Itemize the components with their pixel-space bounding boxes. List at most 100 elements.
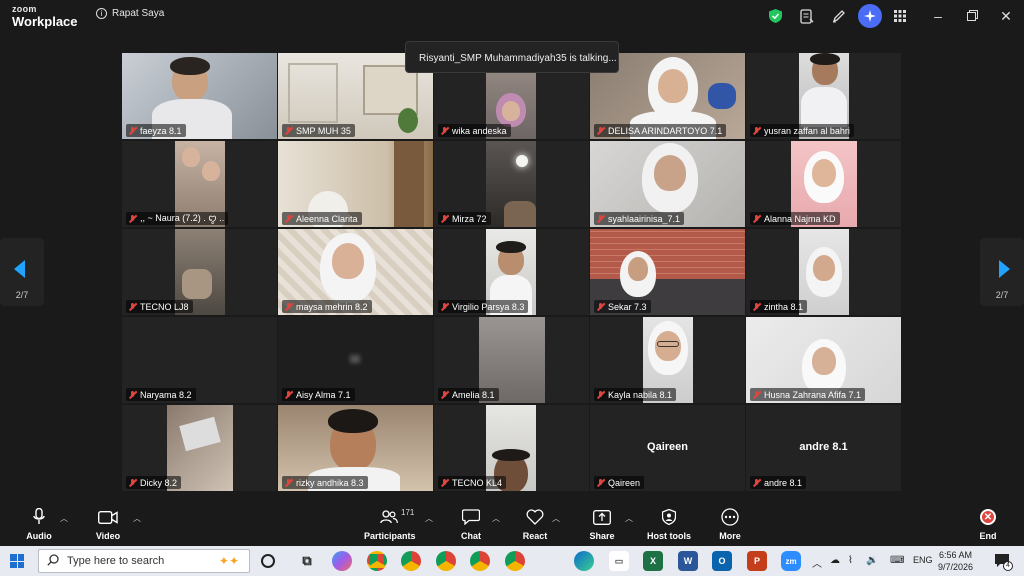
video-options-chevron-icon[interactable]: ︿ bbox=[133, 513, 141, 524]
host-tools-label: Host tools bbox=[647, 531, 691, 541]
video-tile[interactable]: Naryama 8.2 bbox=[122, 317, 277, 403]
previous-page-button[interactable]: 2/7 bbox=[0, 238, 44, 306]
video-tile[interactable]: zintha 8.1 bbox=[746, 229, 901, 315]
muted-mic-icon bbox=[284, 390, 293, 400]
participant-name: Husna Zahrana Afifa 7.1 bbox=[764, 389, 862, 400]
participant-name-tag: yusran zaffan al bahri bbox=[750, 124, 854, 137]
participant-name: DELISA ARINDARTOYO 7.1 bbox=[608, 125, 723, 136]
page-indicator-left: 2/7 bbox=[15, 290, 29, 300]
ai-companion-button[interactable] bbox=[858, 4, 882, 28]
video-tile[interactable]: rizky andhika 8.3 bbox=[278, 405, 433, 491]
chat-button[interactable]: Chat bbox=[454, 507, 488, 541]
chrome-icon[interactable] bbox=[505, 551, 525, 571]
participant-name-tag: ,, ~ Naura (7.2) . ꨄ︎ .. bbox=[126, 212, 229, 225]
react-label: React bbox=[522, 531, 548, 541]
cloud-sync-icon[interactable]: ☁ bbox=[830, 555, 840, 566]
restore-button[interactable] bbox=[963, 8, 981, 24]
participant-name: Kayla nabila 8.1 bbox=[608, 389, 673, 400]
participant-name-tag: DELISA ARINDARTOYO 7.1 bbox=[594, 124, 727, 137]
edge-icon[interactable] bbox=[574, 551, 594, 571]
outlook-icon[interactable]: O bbox=[712, 551, 732, 571]
chrome-icon[interactable] bbox=[436, 551, 456, 571]
more-button[interactable]: More bbox=[713, 507, 747, 541]
task-view-icon[interactable]: ⧉ bbox=[297, 551, 317, 571]
share-label: Share bbox=[589, 531, 615, 541]
video-tile[interactable]: Qaireen Qaireen bbox=[590, 405, 745, 491]
chrome-icon[interactable] bbox=[367, 551, 387, 571]
minimize-button[interactable]: – bbox=[929, 8, 947, 24]
audio-options-chevron-icon[interactable]: ︿ bbox=[60, 513, 68, 524]
meeting-controls-bar: Audio ︿ Video ︿ Participants 171 ︿ Chat … bbox=[0, 503, 1024, 545]
meeting-info-button[interactable]: i Rapat Saya bbox=[96, 8, 164, 19]
notification-center-button[interactable]: 4 bbox=[994, 553, 1013, 571]
share-options-chevron-icon[interactable]: ︿ bbox=[625, 513, 633, 524]
react-button[interactable]: React bbox=[518, 507, 552, 541]
muted-mic-icon bbox=[440, 302, 449, 312]
taskbar-search-box[interactable]: Type here to search ✦✦ bbox=[38, 549, 250, 573]
zoom-app-icon[interactable]: zm bbox=[781, 551, 801, 571]
input-language[interactable]: ENG bbox=[913, 555, 933, 565]
participant-name: Naryama 8.2 bbox=[140, 389, 192, 400]
participant-display-name: andre 8.1 bbox=[799, 441, 848, 453]
copilot-icon[interactable] bbox=[332, 551, 352, 571]
audio-button[interactable]: Audio bbox=[22, 507, 56, 541]
muted-mic-icon bbox=[128, 214, 137, 224]
video-tile[interactable]: Aisy Alma 7.1 bbox=[278, 317, 433, 403]
video-tile[interactable]: syahlaairinisa_7.1 bbox=[590, 141, 745, 227]
video-tile[interactable]: Aleenna Clarita bbox=[278, 141, 433, 227]
video-tile[interactable]: Kayla nabila 8.1 bbox=[590, 317, 745, 403]
host-tools-button[interactable]: Host tools bbox=[644, 507, 694, 541]
keyboard-icon[interactable]: ⌨ bbox=[890, 555, 904, 566]
brand-zoom: zoom bbox=[12, 4, 37, 14]
chat-options-chevron-icon[interactable]: ︿ bbox=[492, 513, 500, 524]
system-clock[interactable]: 6:56 AM 9/7/2026 bbox=[938, 549, 973, 573]
security-shield-icon[interactable] bbox=[767, 8, 783, 24]
network-icon[interactable]: ⌇ bbox=[848, 555, 853, 566]
video-tile[interactable]: Sekar 7.3 bbox=[590, 229, 745, 315]
video-tile[interactable]: andre 8.1 andre 8.1 bbox=[746, 405, 901, 491]
participant-name: Mirza 72 bbox=[452, 213, 487, 224]
participants-options-chevron-icon[interactable]: ︿ bbox=[425, 513, 433, 524]
participant-name: syahlaairinisa_7.1 bbox=[608, 213, 681, 224]
word-icon[interactable]: W bbox=[678, 551, 698, 571]
participant-name-tag: Naryama 8.2 bbox=[126, 388, 196, 401]
volume-icon[interactable]: 🔉 bbox=[866, 555, 878, 566]
muted-mic-icon bbox=[128, 126, 137, 136]
annotate-pen-icon[interactable] bbox=[831, 8, 847, 24]
chrome-icon[interactable] bbox=[401, 551, 421, 571]
video-tile[interactable]: TECNO KL4 bbox=[434, 405, 589, 491]
muted-mic-icon bbox=[596, 302, 605, 312]
participant-name: Virgilio Parsya 8.3 bbox=[452, 301, 525, 312]
video-tile[interactable]: Virgilio Parsya 8.3 bbox=[434, 229, 589, 315]
video-tile[interactable]: Amelia 8.1 bbox=[434, 317, 589, 403]
windows-start-icon[interactable] bbox=[10, 554, 24, 568]
end-meeting-button[interactable]: ✕ End bbox=[973, 507, 1003, 541]
next-page-button[interactable]: 2/7 bbox=[980, 238, 1024, 306]
muted-mic-icon bbox=[596, 214, 605, 224]
video-tile[interactable]: Dicky 8.2 bbox=[122, 405, 277, 491]
powerpoint-icon[interactable]: P bbox=[747, 551, 767, 571]
react-options-chevron-icon[interactable]: ︿ bbox=[552, 513, 560, 524]
video-tile[interactable]: ,, ~ Naura (7.2) . ꨄ︎ .. bbox=[122, 141, 277, 227]
video-tile[interactable]: TECNO LJ8 bbox=[122, 229, 277, 315]
video-tile[interactable]: Husna Zahrana Afifa 7.1 bbox=[746, 317, 901, 403]
apps-grid-icon[interactable] bbox=[892, 8, 908, 24]
video-button[interactable]: Video bbox=[91, 507, 125, 541]
muted-mic-icon bbox=[284, 214, 293, 224]
video-tile[interactable]: yusran zaffan al bahri bbox=[746, 53, 901, 139]
close-button[interactable]: ✕ bbox=[997, 8, 1015, 25]
video-tile[interactable]: maysa mehrin 8.2 bbox=[278, 229, 433, 315]
brand-workplace: Workplace bbox=[12, 14, 78, 29]
file-explorer-icon[interactable]: ▭ bbox=[609, 551, 629, 571]
notes-icon[interactable] bbox=[799, 8, 815, 24]
participant-name-tag: SMP MUH 35 bbox=[282, 124, 355, 137]
excel-icon[interactable]: X bbox=[643, 551, 663, 571]
video-tile[interactable]: faeyza 8.1 bbox=[122, 53, 277, 139]
video-tile[interactable]: Mirza 72 bbox=[434, 141, 589, 227]
video-tile[interactable]: Alanna Najma KD bbox=[746, 141, 901, 227]
cortana-circle-icon[interactable] bbox=[261, 554, 275, 568]
tray-overflow-chevron-icon[interactable]: ︿ bbox=[812, 555, 822, 570]
host-shield-icon bbox=[644, 507, 694, 527]
chrome-icon[interactable] bbox=[470, 551, 490, 571]
share-button[interactable]: Share bbox=[585, 507, 619, 541]
